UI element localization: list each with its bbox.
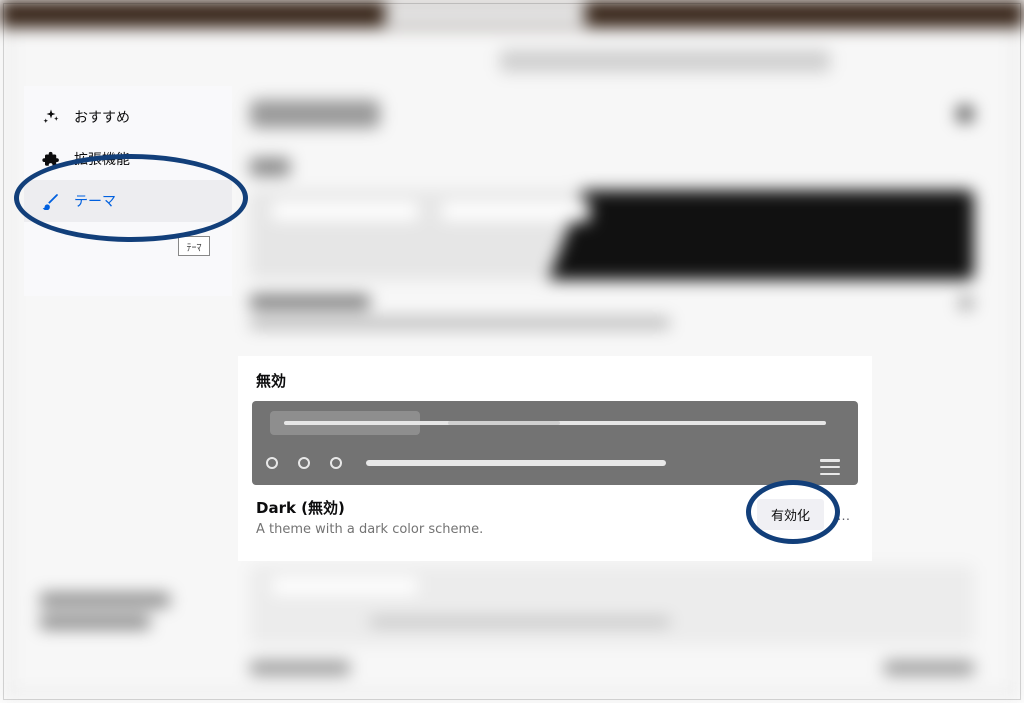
- mini-theme-button[interactable]: ﾃｰﾏ: [178, 236, 210, 256]
- section-title-disabled: 無効: [256, 370, 858, 391]
- sidebar-item-themes[interactable]: テーマ: [24, 180, 232, 222]
- sidebar-item-extensions[interactable]: 拡張機能: [24, 138, 232, 180]
- sidebar-highlight: おすすめ 拡張機能 テーマ ﾃｰﾏ: [24, 86, 232, 296]
- theme-preview-dark: [252, 401, 858, 485]
- hamburger-icon: [820, 459, 840, 475]
- nav-back-icon: [266, 457, 278, 469]
- puzzle-icon: [40, 148, 62, 170]
- sidebar-item-recommendations[interactable]: おすすめ: [24, 96, 232, 138]
- urlbar-placeholder: [366, 460, 666, 466]
- nav-reload-icon: [330, 457, 342, 469]
- theme-description: A theme with a dark color scheme.: [256, 522, 483, 537]
- nav-forward-icon: [298, 457, 310, 469]
- sidebar-item-label: おすすめ: [74, 107, 130, 127]
- theme-name: Dark (無効): [256, 497, 483, 518]
- disabled-themes-highlight: 無効 Dark (無効) A theme with a dark color s…: [238, 356, 872, 561]
- enable-theme-button[interactable]: 有効化: [757, 499, 824, 530]
- sidebar-item-label: テーマ: [74, 191, 116, 211]
- sparkle-icon: [40, 106, 62, 128]
- theme-more-button[interactable]: …: [834, 507, 854, 523]
- sidebar-item-label: 拡張機能: [74, 149, 130, 169]
- theme-row-dark: Dark (無効) A theme with a dark color sche…: [252, 485, 858, 537]
- paintbrush-icon: [40, 190, 62, 212]
